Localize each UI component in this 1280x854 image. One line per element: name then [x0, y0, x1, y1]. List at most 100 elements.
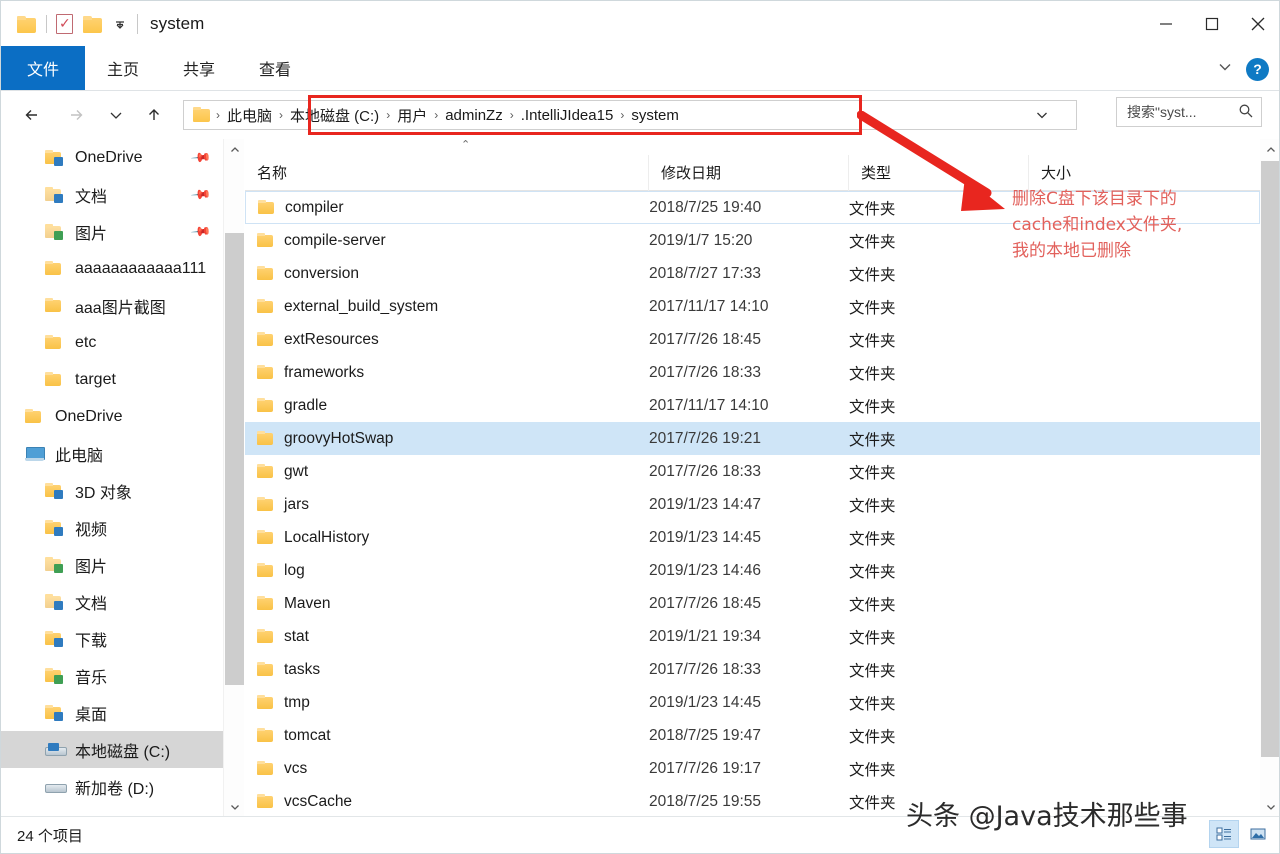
sidebar-item-0[interactable]: OneDrive 📌 — [1, 139, 223, 176]
sidebar-item-17[interactable]: 新加卷 (D:) — [1, 768, 223, 805]
sidebar-item-15[interactable]: 桌面 — [1, 694, 223, 731]
file-name-label: groovyHotSwap — [284, 429, 394, 447]
file-list-scroll-thumb[interactable] — [1261, 161, 1279, 757]
navigation-pane[interactable]: OneDrive 📌 文档 📌 图片 📌 aaaaaaaaaaaa111 aaa图片截图 etc… — [1, 139, 223, 817]
cell-name: frameworks — [245, 356, 649, 389]
tab-view[interactable]: 查看 — [237, 46, 313, 90]
scroll-up-icon[interactable] — [1260, 139, 1279, 160]
sidebar-item-9[interactable]: 3D 对象 — [1, 472, 223, 509]
folder-icon — [257, 464, 274, 479]
new-folder-icon[interactable] — [83, 15, 103, 33]
close-button[interactable] — [1235, 1, 1279, 47]
table-row[interactable]: tmp 2019/1/23 14:45 文件夹 — [245, 686, 1260, 719]
table-row[interactable]: gradle 2017/11/17 14:10 文件夹 — [245, 389, 1260, 422]
table-row[interactable]: LocalHistory 2019/1/23 14:45 文件夹 — [245, 521, 1260, 554]
address-field[interactable]: › 此电脑 › 本地磁盘 (C:) › 用户 › adminZz › .Inte… — [183, 100, 1077, 130]
sort-ascending-icon[interactable]: ⌃ — [461, 138, 470, 151]
search-icon[interactable] — [1238, 103, 1254, 122]
forward-button[interactable] — [61, 100, 91, 130]
breadcrumb-item-system[interactable]: system — [626, 107, 684, 124]
up-button[interactable] — [139, 100, 169, 130]
sidebar-item-label: 图片 — [75, 558, 108, 576]
cell-name: compile-server — [245, 224, 649, 257]
table-row[interactable]: compiler 2018/7/25 19:40 文件夹 — [245, 191, 1260, 224]
file-name-label: frameworks — [284, 363, 365, 381]
sidebar-item-5[interactable]: etc — [1, 324, 223, 361]
back-button[interactable] — [17, 100, 47, 130]
minimize-button[interactable] — [1143, 1, 1189, 47]
column-header-name[interactable]: 名称 — [245, 154, 649, 191]
folder-icon[interactable] — [17, 15, 37, 33]
pin-icon[interactable]: 📌 — [190, 183, 212, 206]
table-row[interactable]: jars 2019/1/23 14:47 文件夹 — [245, 488, 1260, 521]
large-icons-view-button[interactable] — [1243, 820, 1273, 848]
sidebar-item-3[interactable]: aaaaaaaaaaaa111 — [1, 250, 223, 287]
sidebar-scroll-thumb[interactable] — [225, 233, 244, 685]
sidebar-scrollbar[interactable] — [223, 139, 244, 817]
table-row[interactable]: frameworks 2017/7/26 18:33 文件夹 — [245, 356, 1260, 389]
address-dropdown-icon[interactable] — [1034, 101, 1050, 129]
sidebar-item-7[interactable]: OneDrive — [1, 398, 223, 435]
column-header-date[interactable]: 修改日期 — [649, 154, 849, 191]
sidebar-item-8[interactable]: 此电脑 — [1, 435, 223, 472]
table-row[interactable]: extResources 2017/7/26 18:45 文件夹 — [245, 323, 1260, 356]
table-row[interactable]: tomcat 2018/7/25 19:47 文件夹 — [245, 719, 1260, 752]
cell-date: 2019/1/7 15:20 — [649, 231, 753, 249]
breadcrumb-item-adminzz[interactable]: adminZz — [440, 107, 508, 124]
maximize-button[interactable] — [1189, 1, 1235, 47]
pin-icon[interactable]: 📌 — [190, 146, 212, 169]
scroll-down-icon[interactable] — [224, 796, 245, 817]
recent-locations-icon[interactable] — [101, 100, 131, 130]
help-icon[interactable]: ? — [1246, 57, 1269, 81]
sidebar-item-11[interactable]: 图片 — [1, 546, 223, 583]
breadcrumb-item-this-pc[interactable]: 此电脑 — [222, 105, 277, 126]
table-row[interactable]: Maven 2017/7/26 18:45 文件夹 — [245, 587, 1260, 620]
tab-home[interactable]: 主页 — [85, 46, 161, 90]
scroll-down-icon[interactable] — [1260, 796, 1279, 817]
cell-date: 2017/7/26 19:17 — [649, 759, 762, 777]
properties-icon[interactable] — [56, 13, 73, 34]
folder-icon — [45, 298, 62, 313]
file-list-scrollbar[interactable] — [1260, 139, 1279, 817]
cell-name: vcsCache — [245, 785, 649, 818]
column-header-type[interactable]: 类型 — [849, 154, 1029, 191]
table-row[interactable]: vcsCache 2018/7/25 19:55 文件夹 — [245, 785, 1260, 818]
table-row[interactable]: external_build_system 2017/11/17 14:10 文件夹 — [245, 290, 1260, 323]
cell-name: external_build_system — [245, 290, 649, 323]
sidebar-item-6[interactable]: target — [1, 361, 223, 398]
cell-name: gradle — [245, 389, 649, 422]
scroll-up-icon[interactable] — [224, 139, 245, 160]
sidebar-item-4[interactable]: aaa图片截图 — [1, 287, 223, 324]
table-row[interactable]: tasks 2017/7/26 18:33 文件夹 — [245, 653, 1260, 686]
table-row[interactable]: vcs 2017/7/26 19:17 文件夹 — [245, 752, 1260, 785]
sidebar-item-13[interactable]: 下载 — [1, 620, 223, 657]
sidebar-item-icon — [45, 594, 69, 610]
sidebar-item-10[interactable]: 视频 — [1, 509, 223, 546]
breadcrumb-item-intellijidea15[interactable]: .IntelliJIdea15 — [516, 107, 619, 124]
details-view-button[interactable] — [1209, 820, 1239, 848]
breadcrumb-item-local-disk-c[interactable]: 本地磁盘 (C:) — [285, 105, 384, 126]
search-input[interactable]: 搜索"syst... — [1116, 97, 1262, 127]
table-row[interactable]: compile-server 2019/1/7 15:20 文件夹 — [245, 224, 1260, 257]
sidebar-item-14[interactable]: 音乐 — [1, 657, 223, 694]
file-list-pane: ⌃ 名称 修改日期 类型 大小 compiler 2018/7/25 19:40 文… — [245, 138, 1279, 818]
customize-dropdown-icon[interactable] — [113, 17, 127, 31]
sidebar-item-1[interactable]: 文档 📌 — [1, 176, 223, 213]
tab-file[interactable]: 文件 — [1, 46, 85, 90]
sidebar-item-icon — [45, 557, 69, 573]
table-row[interactable]: log 2019/1/23 14:46 文件夹 — [245, 554, 1260, 587]
table-row[interactable]: stat 2019/1/21 19:34 文件夹 — [245, 620, 1260, 653]
cell-type: 文件夹 — [849, 332, 896, 350]
chevron-down-icon[interactable] — [1216, 58, 1234, 81]
pin-icon[interactable]: 📌 — [190, 220, 212, 243]
column-header-size[interactable]: 大小 — [1029, 155, 1260, 191]
table-row[interactable]: gwt 2017/7/26 18:33 文件夹 — [245, 455, 1260, 488]
sidebar-item-16[interactable]: 本地磁盘 (C:) — [1, 731, 223, 768]
cell-size — [1029, 620, 1260, 653]
sidebar-item-12[interactable]: 文档 — [1, 583, 223, 620]
table-row[interactable]: groovyHotSwap 2017/7/26 19:21 文件夹 — [245, 422, 1260, 455]
breadcrumb-item-users[interactable]: 用户 — [392, 105, 432, 126]
table-row[interactable]: conversion 2018/7/27 17:33 文件夹 — [245, 257, 1260, 290]
sidebar-item-2[interactable]: 图片 📌 — [1, 213, 223, 250]
tab-share[interactable]: 共享 — [161, 46, 237, 90]
